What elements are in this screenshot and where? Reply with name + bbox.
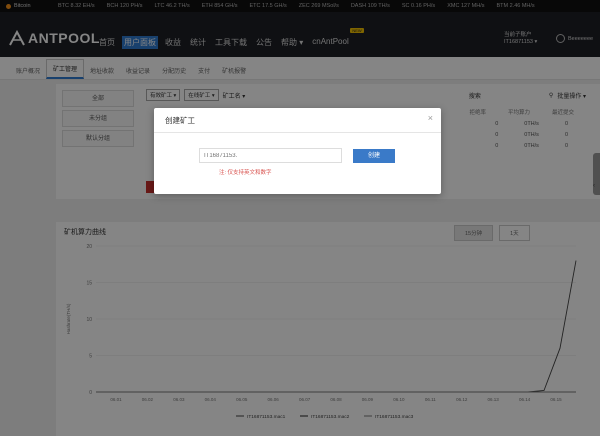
miner-name-input[interactable] [199,148,342,163]
create-miner-dialog: 创建矿工 × 创建 注: 仅支持英文和数字 [154,108,441,194]
input-hint: 注: 仅支持英文和数字 [219,170,272,176]
dialog-divider [154,132,441,133]
create-button[interactable]: 创建 [353,149,395,163]
dialog-title: 创建矿工 [165,116,195,125]
modal-backdrop[interactable] [0,0,600,436]
close-icon[interactable]: × [428,113,433,123]
